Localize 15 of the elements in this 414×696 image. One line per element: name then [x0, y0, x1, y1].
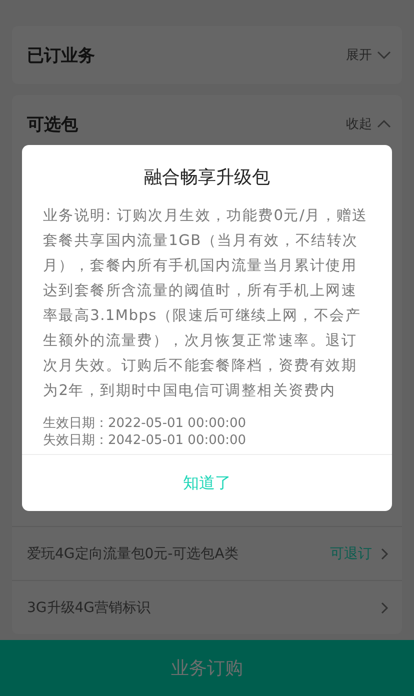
toggle-link[interactable]: 收起: [346, 115, 392, 133]
date-text: 失效日期：2042-05-01 00:00:00: [43, 432, 248, 449]
section-title: 可选包: [27, 114, 78, 136]
package-row[interactable]: 爱玩4G定向流量包0元-可选包A类 可退订: [12, 526, 402, 580]
description-text: 业务说明: 订购次月生效，功能费0元/月，赠送套餐共享国内流量1GB（当月有效，不结转次月），套餐内所有手机国内流量当月累计使用达到套餐所含流量的阈值时，所有手机上网速率最高3.1Mbps（限速后可继续上网，不会产生额外的流量费），次月恢复正常速率。退订次月失效。订购后不能套餐降档，资费有效期为2年，到期时中国电信可调整相关资费内: [43, 206, 369, 401]
package-row[interactable]: 3G升级4G营销标识: [12, 580, 402, 634]
date-text: 生效日期：2022-05-01 00:00:00: [43, 415, 248, 432]
unsubscribe-link[interactable]: 可退订: [330, 544, 392, 562]
section-title: 已订业务: [27, 44, 95, 66]
package-name: 爱玩4G定向流量包0元-可选包A类: [27, 544, 238, 562]
package-name: 3G升级4G营销标识: [27, 598, 151, 616]
dialog-title: 融合畅享升级包: [143, 166, 271, 189]
subscribe-button[interactable]: 业务订购: [0, 640, 414, 696]
toggle-link[interactable]: 展开: [346, 46, 392, 64]
ok-button[interactable]: 知道了: [22, 454, 392, 511]
